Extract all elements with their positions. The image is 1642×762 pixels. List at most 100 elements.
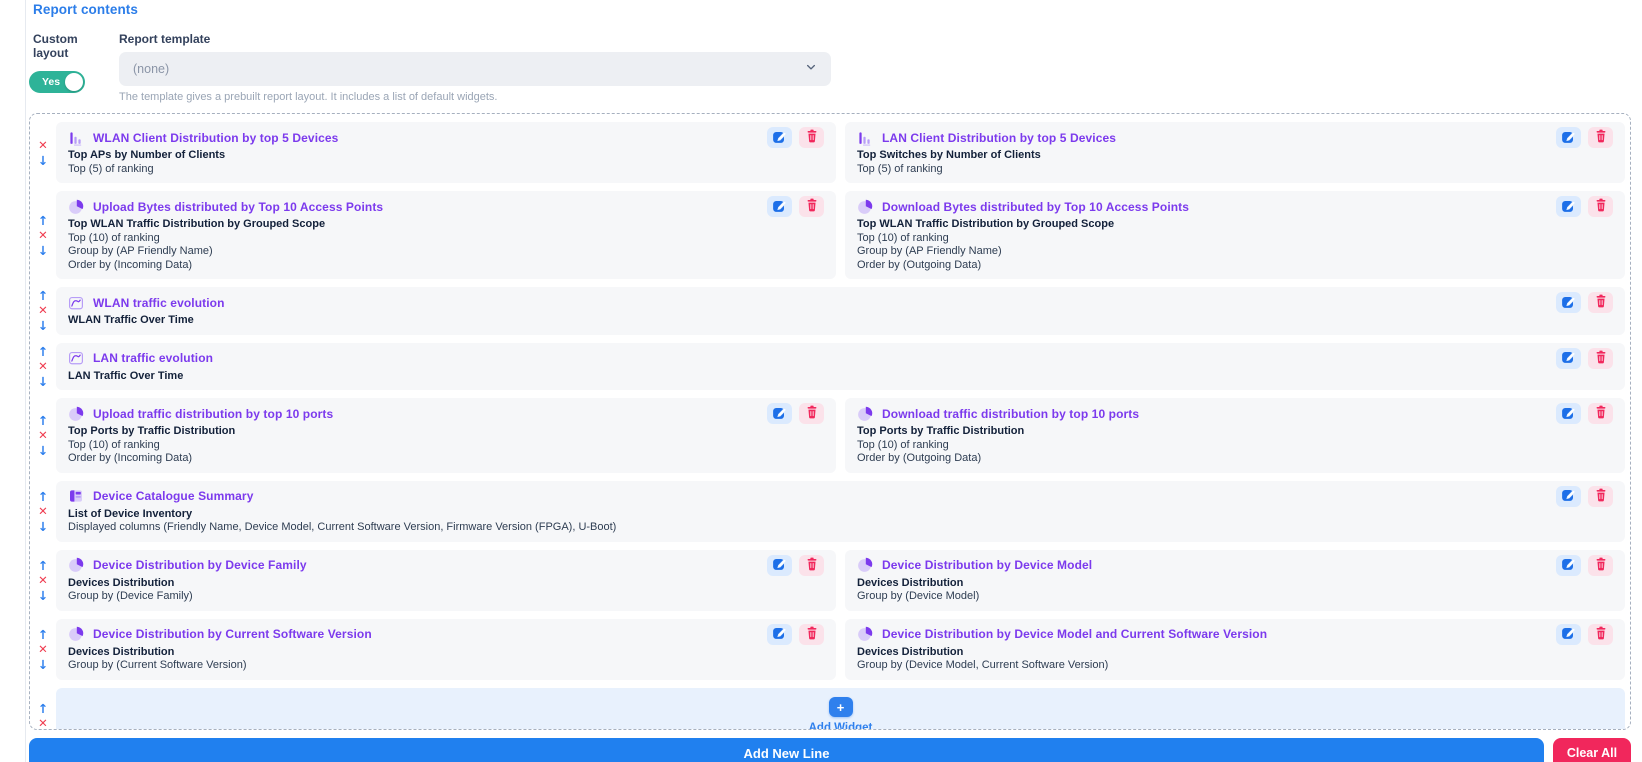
delete-widget-button[interactable] <box>799 196 824 217</box>
move-down-button[interactable]: ↓ <box>38 588 48 603</box>
remove-line-button[interactable]: ✕ <box>38 573 48 588</box>
move-up-button[interactable]: ↑ <box>38 213 48 228</box>
move-up-button[interactable]: ↑ <box>38 627 48 642</box>
widget-actions <box>1556 196 1613 217</box>
edit-widget-button[interactable] <box>767 196 792 217</box>
widget-title-link[interactable]: Download traffic distribution by top 10 … <box>882 407 1139 421</box>
line-cards: + Add Widget <box>56 688 1625 731</box>
delete-widget-button[interactable] <box>1588 292 1613 313</box>
move-up-button[interactable]: ↑ <box>38 489 48 504</box>
move-down-button[interactable]: ↓ <box>38 657 48 672</box>
widget-title-link[interactable]: Upload Bytes distributed by Top 10 Acces… <box>93 200 383 214</box>
remove-line-button[interactable]: ✕ <box>38 138 48 153</box>
pie-chart-icon <box>68 199 84 215</box>
widget-title-link[interactable]: Upload traffic distribution by top 10 po… <box>93 407 333 421</box>
widget-detail: Order by (Incoming Data) <box>68 259 824 273</box>
widget-title-link[interactable]: LAN traffic evolution <box>93 351 213 365</box>
trash-icon <box>806 405 818 422</box>
custom-layout-label: Custom layout <box>33 32 95 60</box>
remove-line-button[interactable]: ✕ <box>38 228 48 243</box>
edit-widget-button[interactable] <box>1556 624 1581 645</box>
delete-widget-button[interactable] <box>1588 624 1613 645</box>
line-row: ↑✕↓ Device Distribution by Current Softwa… <box>30 619 1625 680</box>
delete-widget-button[interactable] <box>1588 403 1613 424</box>
pencil-icon <box>1561 487 1576 505</box>
widget-card: Device Catalogue SummaryList of Device I… <box>56 481 1625 542</box>
widget-title-link[interactable]: Device Distribution by Current Software … <box>93 627 372 641</box>
edit-widget-button[interactable] <box>1556 555 1581 576</box>
edit-widget-button[interactable] <box>767 624 792 645</box>
delete-widget-button[interactable] <box>799 403 824 424</box>
report-settings-form: Custom layout Yes Report template (none)… <box>33 32 1631 103</box>
trash-icon <box>1595 198 1607 215</box>
widget-actions <box>1556 486 1613 507</box>
widget-title-link[interactable]: LAN Client Distribution by top 5 Devices <box>882 131 1116 145</box>
line-cards: Device Distribution by Current Software … <box>56 619 1625 680</box>
pencil-icon <box>1561 405 1576 423</box>
edit-widget-button[interactable] <box>1556 486 1581 507</box>
line-controls: ↑✕↓ <box>30 481 56 542</box>
delete-widget-button[interactable] <box>799 624 824 645</box>
move-down-button[interactable]: ↓ <box>38 243 48 258</box>
pencil-icon <box>1561 198 1576 216</box>
move-up-button[interactable]: ↑ <box>38 701 48 716</box>
add-widget-card[interactable]: + Add Widget <box>56 688 1625 731</box>
trash-icon <box>1595 350 1607 367</box>
widget-card: Device Distribution by Device Model and … <box>845 619 1625 680</box>
remove-line-button[interactable]: ✕ <box>38 504 48 519</box>
delete-widget-button[interactable] <box>1588 348 1613 369</box>
remove-line-button[interactable]: ✕ <box>38 303 48 318</box>
edit-widget-button[interactable] <box>1556 196 1581 217</box>
widget-title-link[interactable]: WLAN Client Distribution by top 5 Device… <box>93 131 338 145</box>
widget-card-header: LAN Client Distribution by top 5 Devices <box>857 128 1613 147</box>
clear-all-button[interactable]: Clear All <box>1553 738 1631 762</box>
delete-widget-button[interactable] <box>1588 555 1613 576</box>
add-new-line-button[interactable]: Add New Line <box>29 738 1544 762</box>
widget-detail: Top (10) of ranking <box>857 439 1613 453</box>
widget-detail: Displayed columns (Friendly Name, Device… <box>68 521 1613 535</box>
remove-line-button[interactable]: ✕ <box>38 642 48 657</box>
report-template-select[interactable]: (none) <box>119 52 831 86</box>
line-controls: ↑✕↓ <box>30 287 56 335</box>
edit-widget-button[interactable] <box>1556 127 1581 148</box>
toggle-knob[interactable] <box>65 73 83 91</box>
widget-title-link[interactable]: Device Distribution by Device Family <box>93 558 307 572</box>
custom-layout-toggle[interactable]: Yes <box>29 71 85 93</box>
widget-title-link[interactable]: WLAN traffic evolution <box>93 296 225 310</box>
edit-widget-button[interactable] <box>1556 403 1581 424</box>
line-row: ↑✕↓LAN traffic evolutionLAN Traffic Over… <box>30 343 1625 391</box>
delete-widget-button[interactable] <box>799 555 824 576</box>
delete-widget-button[interactable] <box>1588 196 1613 217</box>
move-up-button[interactable]: ↑ <box>38 288 48 303</box>
widget-title-link[interactable]: Download Bytes distributed by Top 10 Acc… <box>882 200 1189 214</box>
move-down-button[interactable]: ↓ <box>38 153 48 168</box>
add-widget-label[interactable]: Add Widget <box>809 722 873 730</box>
move-down-button[interactable]: ↓ <box>38 374 48 389</box>
move-up-button[interactable]: ↑ <box>38 344 48 359</box>
widget-card: Device Distribution by Device ModelDevic… <box>845 550 1625 611</box>
widget-subtitle: WLAN Traffic Over Time <box>68 314 1613 328</box>
widget-title-link[interactable]: Device Distribution by Device Model <box>882 558 1092 572</box>
delete-widget-button[interactable] <box>1588 127 1613 148</box>
delete-widget-button[interactable] <box>1588 486 1613 507</box>
widget-title-link[interactable]: Device Distribution by Device Model and … <box>882 627 1267 641</box>
widget-title-link[interactable]: Device Catalogue Summary <box>93 489 253 503</box>
toggle-value-label: Yes <box>42 76 60 88</box>
bar-chart-icon <box>857 130 873 146</box>
edit-widget-button[interactable] <box>767 555 792 576</box>
move-up-button[interactable]: ↑ <box>38 413 48 428</box>
edit-widget-button[interactable] <box>1556 348 1581 369</box>
edit-widget-button[interactable] <box>767 403 792 424</box>
move-down-button[interactable]: ↓ <box>38 519 48 534</box>
move-down-button[interactable]: ↓ <box>38 443 48 458</box>
edit-widget-button[interactable] <box>767 127 792 148</box>
remove-line-button[interactable]: ✕ <box>38 716 48 731</box>
remove-line-button[interactable]: ✕ <box>38 428 48 443</box>
remove-line-button[interactable]: ✕ <box>38 359 48 374</box>
add-widget-button[interactable]: + <box>829 697 853 717</box>
move-down-button[interactable]: ↓ <box>38 318 48 333</box>
move-up-button[interactable]: ↑ <box>38 558 48 573</box>
edit-widget-button[interactable] <box>1556 292 1581 313</box>
delete-widget-button[interactable] <box>799 127 824 148</box>
report-contents-page: Report contents Custom layout Yes Report… <box>0 0 1642 762</box>
